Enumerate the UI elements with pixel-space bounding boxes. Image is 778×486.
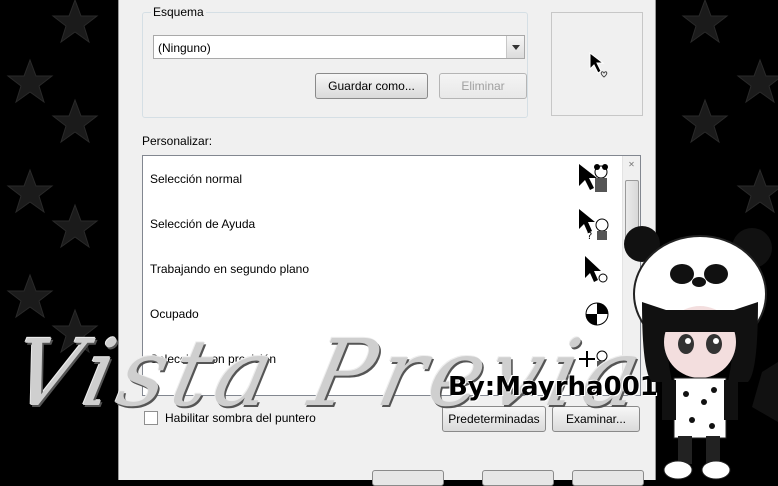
working-cursor-icon — [585, 256, 608, 283]
busy-arrow-cursor-icon — [589, 51, 608, 78]
list-item-label: Selección normal — [150, 172, 243, 186]
cancel-button[interactable] — [482, 470, 554, 486]
scheme-groupbox: Esquema (Ninguno) Guardar como... Elimin… — [142, 5, 528, 118]
list-item-label: Trabajando en segundo plano — [150, 262, 310, 276]
arrow-cursor-icon — [579, 164, 608, 192]
scroll-up-icon[interactable]: ✕ — [623, 160, 640, 169]
list-item[interactable]: Trabajando en segundo plano — [143, 246, 623, 291]
svg-text:?: ? — [587, 231, 592, 241]
customize-label: Personalizar: — [142, 134, 213, 148]
list-item-label: Ocupado — [150, 307, 199, 321]
list-item-label: Selección de Ayuda — [150, 217, 256, 231]
list-item[interactable]: Selección de Ayuda ? — [143, 201, 623, 246]
scheme-dropdown[interactable]: (Ninguno) — [153, 35, 525, 59]
ok-button[interactable] — [372, 470, 444, 486]
panda-girl-illustration — [624, 226, 778, 480]
scheme-legend: Esquema — [151, 5, 206, 19]
help-cursor-icon: ? — [579, 209, 609, 241]
cursor-preview — [551, 12, 643, 116]
chevron-down-icon[interactable] — [506, 36, 524, 58]
scheme-dropdown-value: (Ninguno) — [158, 41, 211, 55]
list-item[interactable]: Selección normal — [143, 156, 623, 201]
save-as-button[interactable]: Guardar como... — [315, 73, 428, 99]
delete-button[interactable]: Eliminar — [439, 73, 527, 99]
